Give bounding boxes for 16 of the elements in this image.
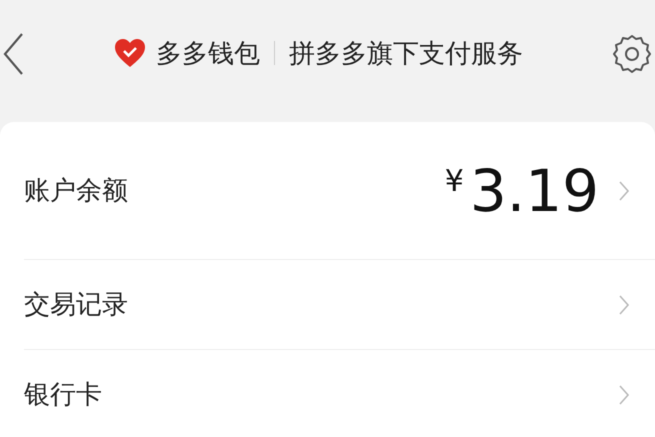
row-label: 银行卡 — [24, 379, 103, 412]
row-label: 账户余额 — [24, 175, 129, 208]
currency-sign: ¥ — [444, 164, 464, 198]
menu-row[interactable]: 账户余额 ¥3.19 — [24, 122, 655, 260]
chevron-right-icon — [619, 180, 629, 200]
balance-amount: 3.19 — [470, 162, 599, 220]
header-subtitle: 拼多多旗下支付服务 — [289, 38, 523, 70]
chevron-right-icon — [619, 384, 629, 404]
row-label: 交易记录 — [24, 289, 129, 322]
menu-row[interactable]: 交易记录 — [24, 260, 655, 350]
menu-row[interactable]: 银行卡 — [24, 350, 655, 437]
heart-check-icon — [114, 38, 146, 68]
brand-name: 多多钱包 — [156, 38, 260, 70]
back-icon[interactable] — [2, 32, 24, 76]
settings-icon[interactable] — [612, 34, 652, 74]
chevron-right-icon — [619, 294, 629, 314]
